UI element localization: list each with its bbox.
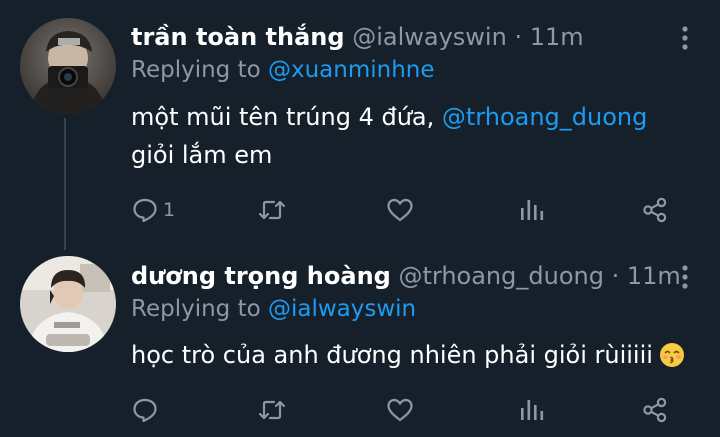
handle[interactable]: @ialwayswin <box>352 23 507 51</box>
tweet-header: dương trọng hoàng @trhoang_duong · 11m <box>131 261 681 291</box>
share-button[interactable] <box>641 395 669 425</box>
tweet-text-part: một mũi tên trúng 4 đứa, <box>131 103 442 131</box>
more-icon[interactable] <box>678 264 692 290</box>
replying-to-label: Replying to <box>131 296 268 322</box>
kissing-face-emoji-icon <box>659 343 684 367</box>
share-icon <box>643 197 667 223</box>
retweet-button[interactable] <box>257 395 287 425</box>
like-icon <box>387 398 413 422</box>
reply-button[interactable] <box>131 395 163 425</box>
display-name[interactable]: dương trọng hoàng <box>131 262 391 290</box>
tweet-header: trần toàn thắng @ialwayswin · 11m <box>131 22 584 52</box>
replying-to-link[interactable]: @xuanminhne <box>268 57 435 83</box>
like-button[interactable] <box>385 195 415 225</box>
like-icon <box>387 198 413 222</box>
retweet-icon <box>258 400 286 420</box>
reply-icon <box>133 398 157 423</box>
tweet-text: học trò của anh đương nhiên phải giỏi rù… <box>131 336 691 374</box>
replying-to: Replying to @ialwayswin <box>131 295 416 323</box>
replying-to-link[interactable]: @ialwayswin <box>268 296 416 322</box>
action-bar: 1 <box>131 195 691 225</box>
reply-thread: trần toàn thắng @ialwayswin · 11m Replyi… <box>0 0 720 437</box>
reply-button[interactable]: 1 <box>131 195 175 225</box>
action-bar <box>131 395 691 425</box>
tweet-text-part: giỏi lắm em <box>131 141 273 169</box>
like-button[interactable] <box>385 395 415 425</box>
share-button[interactable] <box>641 195 669 225</box>
timestamp[interactable]: · 11m <box>514 23 583 51</box>
retweet-button[interactable] <box>257 195 287 225</box>
views-icon <box>521 400 544 420</box>
tweet-text-part: học trò của anh đương nhiên phải giỏi rù… <box>131 341 653 369</box>
views-button[interactable] <box>517 395 545 425</box>
tweet-text: một mũi tên trúng 4 đứa, @trhoang_duong … <box>131 98 691 174</box>
avatar[interactable] <box>20 18 116 114</box>
replying-to: Replying to @xuanminhne <box>131 56 435 84</box>
handle[interactable]: @trhoang_duong <box>398 262 603 290</box>
views-icon <box>521 200 544 220</box>
retweet-icon <box>258 200 286 220</box>
share-icon <box>643 397 667 423</box>
mention-link[interactable]: @trhoang_duong <box>442 103 647 131</box>
avatar[interactable] <box>20 256 116 352</box>
timestamp[interactable]: · 11m <box>612 262 681 290</box>
views-button[interactable] <box>517 195 545 225</box>
display-name[interactable]: trần toàn thắng <box>131 23 345 51</box>
tweet[interactable]: dương trọng hoàng @trhoang_duong · 11m R… <box>0 250 720 437</box>
replying-to-label: Replying to <box>131 57 268 83</box>
tweet[interactable]: trần toàn thắng @ialwayswin · 11m Replyi… <box>0 0 720 250</box>
reply-icon <box>133 198 157 223</box>
reply-count: 1 <box>163 199 176 221</box>
more-icon[interactable] <box>678 25 692 51</box>
